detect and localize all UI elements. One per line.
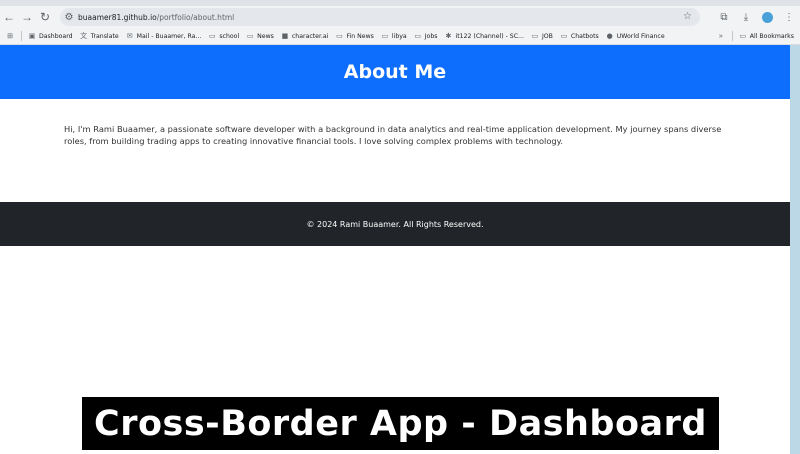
url-path: /portfolio/about.html (156, 12, 235, 22)
url-domain: buaamer81.github.io (78, 12, 157, 22)
bookmark-separator (21, 31, 22, 41)
bookmark-item[interactable]: ▭ News (246, 32, 274, 40)
bookmark-item[interactable]: ▭ Chatbots (560, 32, 599, 40)
browser-toolbar: ← → ↻ ⚙ buaamer81.github.io/portfolio/ab… (0, 6, 800, 28)
bookmark-label: Jobs (424, 32, 438, 40)
apps-grid-icon[interactable]: ⊞ (6, 32, 14, 40)
bookmark-item[interactable]: ▭ school (208, 32, 239, 40)
bookmark-item[interactable]: ▭ JOB (531, 32, 553, 40)
bookmark-list: ▣ Dashboard 文 Translate ✉ Mail - Buaamer, Ra.… (28, 31, 672, 41)
menu-icon[interactable]: ⋮ (778, 12, 800, 23)
bookmark-label: Mail - Buaamer, Ra... (136, 32, 202, 40)
folder-icon: ▭ (560, 32, 568, 40)
mail-icon: ✉ (126, 32, 133, 40)
desktop-edge (790, 45, 800, 454)
bookmark-label: school (219, 32, 240, 40)
about-content: Hi, I'm Rami Buaamer, a passionate softw… (0, 99, 790, 202)
toolbar-actions: ⧉ ⤓ ⋮ (713, 6, 800, 28)
video-caption: Cross-Border App - Dashboard (82, 397, 719, 450)
bookmark-label: Dashboard (39, 32, 73, 40)
page-header: About Me (0, 45, 790, 99)
download-icon[interactable]: ⤓ (735, 12, 757, 23)
bookmarks-right: » ▭ All Bookmarks (717, 28, 794, 44)
bookmark-item[interactable]: ✱ it122 (Channel) - SC... (444, 32, 524, 40)
bookmark-separator (731, 31, 733, 41)
page-title: About Me (343, 61, 447, 83)
folder-icon: ▭ (739, 32, 747, 40)
dashboard-icon: ▣ (28, 32, 36, 40)
translate-icon: 文 (80, 32, 88, 40)
folder-icon: ▭ (336, 32, 343, 40)
page-footer: © 2024 Rami Buaamer. All Rights Reserved… (0, 202, 790, 246)
bookmark-label: Chatbots (570, 32, 599, 40)
slack-icon: ✱ (445, 32, 452, 40)
forward-icon[interactable]: → (18, 8, 36, 26)
copyright-text: © 2024 Rami Buaamer. All Rights Reserved… (306, 219, 484, 229)
folder-icon: ▭ (531, 32, 539, 40)
avatar[interactable] (762, 11, 773, 23)
extensions-icon[interactable]: ⧉ (713, 12, 735, 23)
bookmark-item[interactable]: 文 Translate (80, 31, 119, 41)
bookmark-label: UWorld Finance (616, 32, 665, 40)
bookmark-item[interactable]: ▣ Dashboard (28, 32, 73, 40)
uworld-icon: ● (606, 32, 613, 40)
bookmark-label: JOB (541, 32, 553, 40)
caption-text: Cross-Border App - Dashboard (94, 403, 707, 444)
address-bar[interactable]: ⚙ buaamer81.github.io/portfolio/about.ht… (60, 8, 700, 26)
folder-icon: ▭ (381, 32, 389, 40)
bookmark-item[interactable]: ■ character.ai (281, 32, 329, 40)
bookmark-item[interactable]: ▭ Fin News (335, 32, 374, 40)
folder-icon: ▭ (414, 32, 422, 40)
bookmarks-bar: ⊞ ▣ Dashboard 文 Translate ✉ Mail - Buaamer, R… (0, 28, 800, 45)
all-bookmarks-button[interactable]: ▭ All Bookmarks (739, 32, 794, 40)
all-bookmarks-label: All Bookmarks (749, 32, 794, 40)
bookmark-item[interactable]: ▭ libya (381, 32, 407, 40)
bookmark-label: it122 (Channel) - SC... (455, 32, 524, 40)
web-page: About Me Hi, I'm Rami Buaamer, a passion… (0, 45, 790, 454)
bookmark-item[interactable]: ✉ Mail - Buaamer, Ra... (126, 32, 202, 40)
bookmark-label: Translate (90, 32, 119, 40)
bookmark-label: Fin News (346, 32, 374, 40)
back-icon[interactable]: ← (0, 8, 18, 26)
chevron-right-icon[interactable]: » (717, 33, 725, 40)
bookmark-label: libya (391, 32, 407, 40)
folder-icon: ▭ (209, 32, 216, 40)
bookmark-item[interactable]: ▭ Jobs (414, 32, 438, 40)
bookmark-star-icon[interactable]: ☆ (683, 8, 692, 26)
url-text[interactable]: buaamer81.github.io/portfolio/about.html (78, 13, 234, 22)
reload-icon[interactable]: ↻ (36, 8, 54, 26)
about-text: Hi, I'm Rami Buaamer, a passionate softw… (64, 124, 722, 146)
bookmark-label: News (257, 32, 274, 40)
site-info-icon[interactable]: ⚙ (60, 12, 78, 23)
bookmark-label: character.ai (291, 32, 329, 40)
bookmark-item[interactable]: ● UWorld Finance (606, 32, 665, 40)
character-ai-icon: ■ (281, 32, 289, 40)
folder-icon: ▭ (246, 32, 254, 40)
